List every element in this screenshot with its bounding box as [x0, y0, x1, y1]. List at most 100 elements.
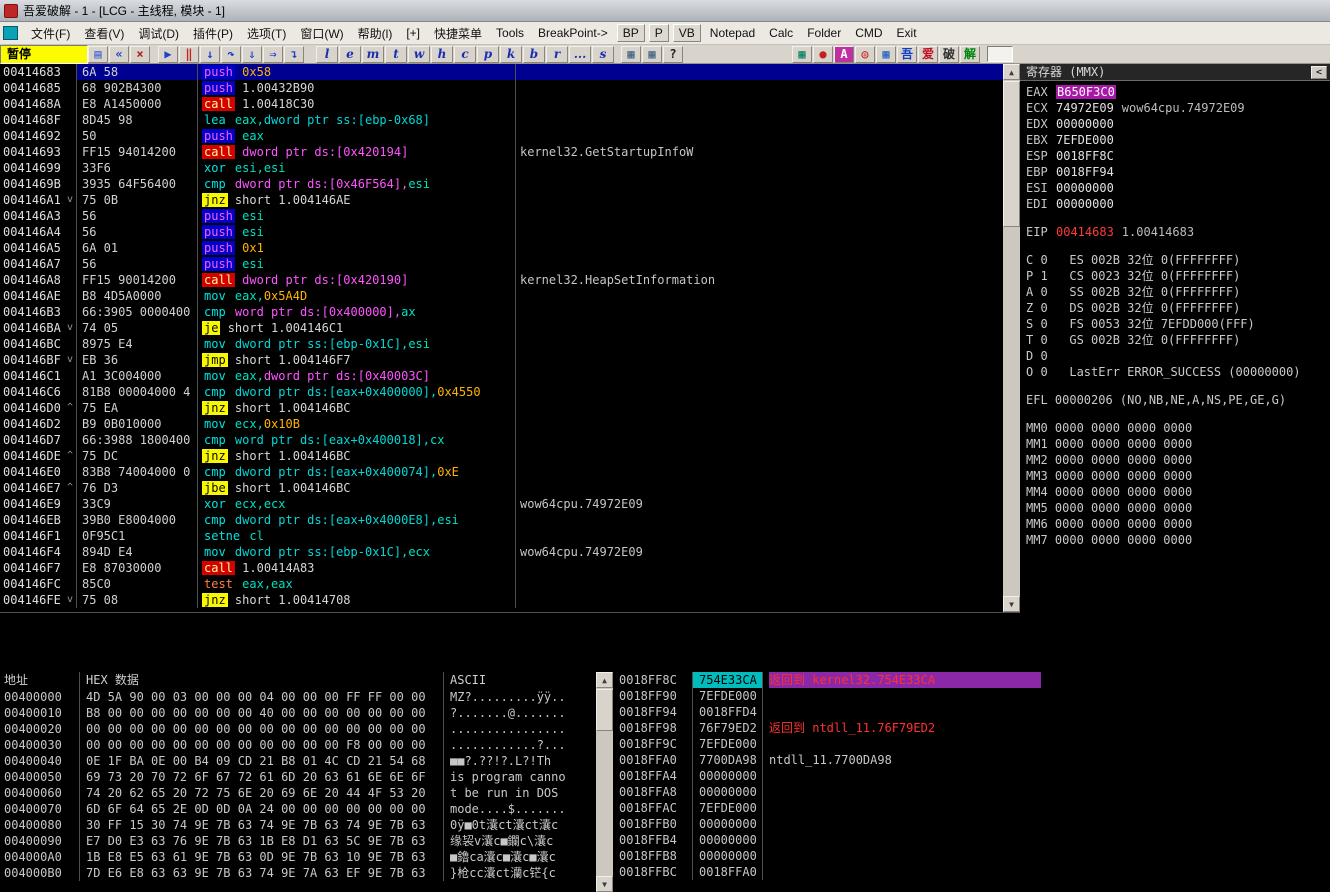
step-into-icon[interactable]: ↓	[200, 45, 220, 63]
dump-row[interactable]: 004000B0 7D E6 E8 63 63 9E 7B 63 74 9E 7A…	[0, 865, 596, 881]
disasm-row[interactable]: 004146F4 894D E4 mov dword ptr ss:[ebp-0x1…	[0, 544, 1003, 560]
dump-row[interactable]: 00400020 00 00 00 00 00 00 00 00 00 00 00…	[0, 721, 596, 737]
dump-row[interactable]: 004000A0 1B E8 E5 63 61 9E 7B 63 0D 9E 7B…	[0, 849, 596, 865]
plugin-a-icon[interactable]: A	[834, 45, 854, 63]
dump-row[interactable]: 00400050 69 73 20 70 72 6F 67 72 61 6D 20…	[0, 769, 596, 785]
execute-till-return-icon[interactable]: ↴	[284, 45, 304, 63]
close-icon[interactable]: ×	[130, 45, 150, 63]
toolbar-letter-h[interactable]: h	[431, 45, 453, 63]
register-row-eip[interactable]: EIP 00414683 1.00414683	[1020, 224, 1330, 240]
flag-row[interactable]: O 0 LastErr ERROR_SUCCESS (00000000)	[1020, 364, 1330, 380]
disasm-row[interactable]: 004146BF v EB 36 jmp short 1.004146F7	[0, 352, 1003, 368]
toolbar-letter-c[interactable]: c	[454, 45, 476, 63]
menu-item-plus[interactable]: [+]	[399, 24, 427, 42]
run-icon[interactable]: ▶	[158, 45, 178, 63]
plugin-record-icon[interactable]: ●	[813, 45, 833, 63]
toolbar-letter-p[interactable]: p	[477, 45, 499, 63]
disasm-row[interactable]: 004146C1 A1 3C004000 mov eax,dword ptr ds:…	[0, 368, 1003, 384]
menu-item-notepad[interactable]: Notepad	[703, 24, 762, 42]
toolbar-letter-r[interactable]: r	[546, 45, 568, 63]
step-over-icon[interactable]: ↷	[221, 45, 241, 63]
stack-row[interactable]: 0018FF9C 7EFDE000	[613, 736, 1330, 752]
disasm-row[interactable]: 004146C6 81B8 00004000 4 cmp dword ptr ds:…	[0, 384, 1003, 400]
disasm-row[interactable]: 004146FC 85C0 test eax,eax	[0, 576, 1003, 592]
windows-icon[interactable]: ▦	[642, 45, 662, 63]
dump-scrollbar-thumb[interactable]	[596, 689, 613, 731]
mmx-row[interactable]: MM2 0000 0000 0000 0000	[1020, 452, 1330, 468]
disasm-scrollbar-thumb[interactable]	[1003, 81, 1020, 227]
stack-row[interactable]: 0018FFB4 00000000	[613, 832, 1330, 848]
flag-row[interactable]: D 0	[1020, 348, 1330, 364]
disasm-row[interactable]: 004146E0 83B8 74004000 0 cmp dword ptr ds:…	[0, 464, 1003, 480]
disasm-scroll-down-button[interactable]: ▼	[1003, 596, 1020, 612]
menu-item-bp[interactable]: BP	[616, 24, 645, 42]
mmx-row[interactable]: MM1 0000 0000 0000 0000	[1020, 436, 1330, 452]
open-file-icon[interactable]: ▤	[88, 45, 108, 63]
mmx-row[interactable]: MM6 0000 0000 0000 0000	[1020, 516, 1330, 532]
mmx-row[interactable]: MM7 0000 0000 0000 0000	[1020, 532, 1330, 548]
disasm-row[interactable]: 0041468A E8 A1450000 call 1.00418C30	[0, 96, 1003, 112]
disasm-row[interactable]: 004146A7 56 push esi	[0, 256, 1003, 272]
disasm-row[interactable]: 004146A8 FF15 90014200 call dword ptr ds:[…	[0, 272, 1003, 288]
plugin-table-icon[interactable]: ▦	[876, 45, 896, 63]
stack-row[interactable]: 0018FFB0 00000000	[613, 816, 1330, 832]
lcg-po-icon[interactable]: 破	[939, 45, 959, 63]
register-row[interactable]: EDX 00000000	[1020, 116, 1330, 132]
disasm-scroll-up-button[interactable]: ▲	[1003, 64, 1020, 80]
menu-item-window[interactable]: 窗口(W)	[293, 23, 350, 44]
disasm-row[interactable]: 004146DE ^ 75 DC jnz short 1.004146BC	[0, 448, 1003, 464]
menu-item-cmd[interactable]: CMD	[848, 24, 889, 42]
plugin-grid-icon[interactable]: ▦	[792, 45, 812, 63]
dump-scrollbar[interactable]: ▲ ▼	[596, 672, 613, 892]
mmx-row[interactable]: MM3 0000 0000 0000 0000	[1020, 468, 1330, 484]
mmx-row[interactable]: MM0 0000 0000 0000 0000	[1020, 420, 1330, 436]
disasm-row[interactable]: 004146A5 6A 01 push 0x1	[0, 240, 1003, 256]
pause-icon[interactable]: ‖	[179, 45, 199, 63]
toolbar-letter-t[interactable]: t	[385, 45, 407, 63]
menu-item-view[interactable]: 查看(V)	[77, 23, 131, 44]
dump-row[interactable]: 00400000 4D 5A 90 00 03 00 00 00 04 00 00…	[0, 689, 596, 705]
menu-item-vb[interactable]: VB	[672, 24, 701, 42]
cpu-window-icon[interactable]	[3, 26, 18, 40]
appearance-icon[interactable]: ▦	[621, 45, 641, 63]
disasm-row[interactable]: 00414683 6A 58 push 0x58	[0, 64, 1003, 80]
disasm-row[interactable]: 004146A4 56 push esi	[0, 224, 1003, 240]
toolbar-letter-k[interactable]: k	[500, 45, 522, 63]
menu-item-p[interactable]: P	[648, 24, 669, 42]
register-row[interactable]: EBX 7EFDE000	[1020, 132, 1330, 148]
disasm-row[interactable]: 00414693 FF15 94014200 call dword ptr ds:[…	[0, 144, 1003, 160]
efl-row[interactable]: EFL 00000206 (NO,NB,NE,A,NS,PE,GE,G)	[1020, 392, 1330, 408]
menu-item-file[interactable]: 文件(F)	[24, 23, 77, 44]
trace-over-icon[interactable]: ⇒	[263, 45, 283, 63]
mmx-row[interactable]: MM5 0000 0000 0000 0000	[1020, 500, 1330, 516]
dump-row[interactable]: 00400070 6D 6F 64 65 2E 0D 0D 0A 24 00 00…	[0, 801, 596, 817]
disasm-row[interactable]: 004146BC 8975 E4 mov dword ptr ss:[ebp-0x1…	[0, 336, 1003, 352]
lcg-ai-icon[interactable]: 爱	[918, 45, 938, 63]
toolbar-command-field[interactable]	[987, 46, 1013, 62]
plugin-target-icon[interactable]: ◎	[855, 45, 875, 63]
menu-item-debug[interactable]: 调试(D)	[131, 23, 186, 44]
toolbar-letter-e[interactable]: e	[339, 45, 361, 63]
register-row[interactable]: EDI 00000000	[1020, 196, 1330, 212]
menu-item-tools[interactable]: Tools	[489, 24, 531, 42]
disasm-row[interactable]: 004146EB 39B0 E8004000 cmp dword ptr ds:[e…	[0, 512, 1003, 528]
toolbar-letter-dots[interactable]: ...	[569, 45, 591, 63]
stack-row[interactable]: 0018FF8C 754E33CA 返回到 kernel32.754E33CA	[613, 672, 1330, 688]
disasm-row[interactable]: 0041469B 3935 64F56400 cmp dword ptr ds:[0…	[0, 176, 1003, 192]
register-row[interactable]: ESI 00000000	[1020, 180, 1330, 196]
disasm-row[interactable]: 004146D7 66:3988 1800400 cmp word ptr ds:[…	[0, 432, 1003, 448]
register-row[interactable]: ESP 0018FF8C	[1020, 148, 1330, 164]
disasm-row[interactable]: 004146E7 ^ 76 D3 jbe short 1.004146BC	[0, 480, 1003, 496]
flag-row[interactable]: T 0 GS 002B 32位 0(FFFFFFFF)	[1020, 332, 1330, 348]
disasm-row[interactable]: 004146A1 v 75 0B jnz short 1.004146AE	[0, 192, 1003, 208]
disasm-scrollbar[interactable]: ▲ ▼	[1003, 64, 1020, 612]
dump-row[interactable]: 00400030 00 00 00 00 00 00 00 00 00 00 00…	[0, 737, 596, 753]
flag-row[interactable]: P 1 CS 0023 32位 0(FFFFFFFF)	[1020, 268, 1330, 284]
disasm-row[interactable]: 004146F7 E8 87030000 call 1.00414A83	[0, 560, 1003, 576]
trace-into-icon[interactable]: ⇓	[242, 45, 262, 63]
menu-item-quick-menu[interactable]: 快捷菜单	[427, 23, 489, 44]
disasm-row[interactable]: 004146F1 0F95C1 setne cl	[0, 528, 1003, 544]
disasm-row[interactable]: 004146BA v 74 05 je short 1.004146C1	[0, 320, 1003, 336]
dump-row[interactable]: 00400040 0E 1F BA 0E 00 B4 09 CD 21 B8 01…	[0, 753, 596, 769]
flag-row[interactable]: C 0 ES 002B 32位 0(FFFFFFFF)	[1020, 252, 1330, 268]
